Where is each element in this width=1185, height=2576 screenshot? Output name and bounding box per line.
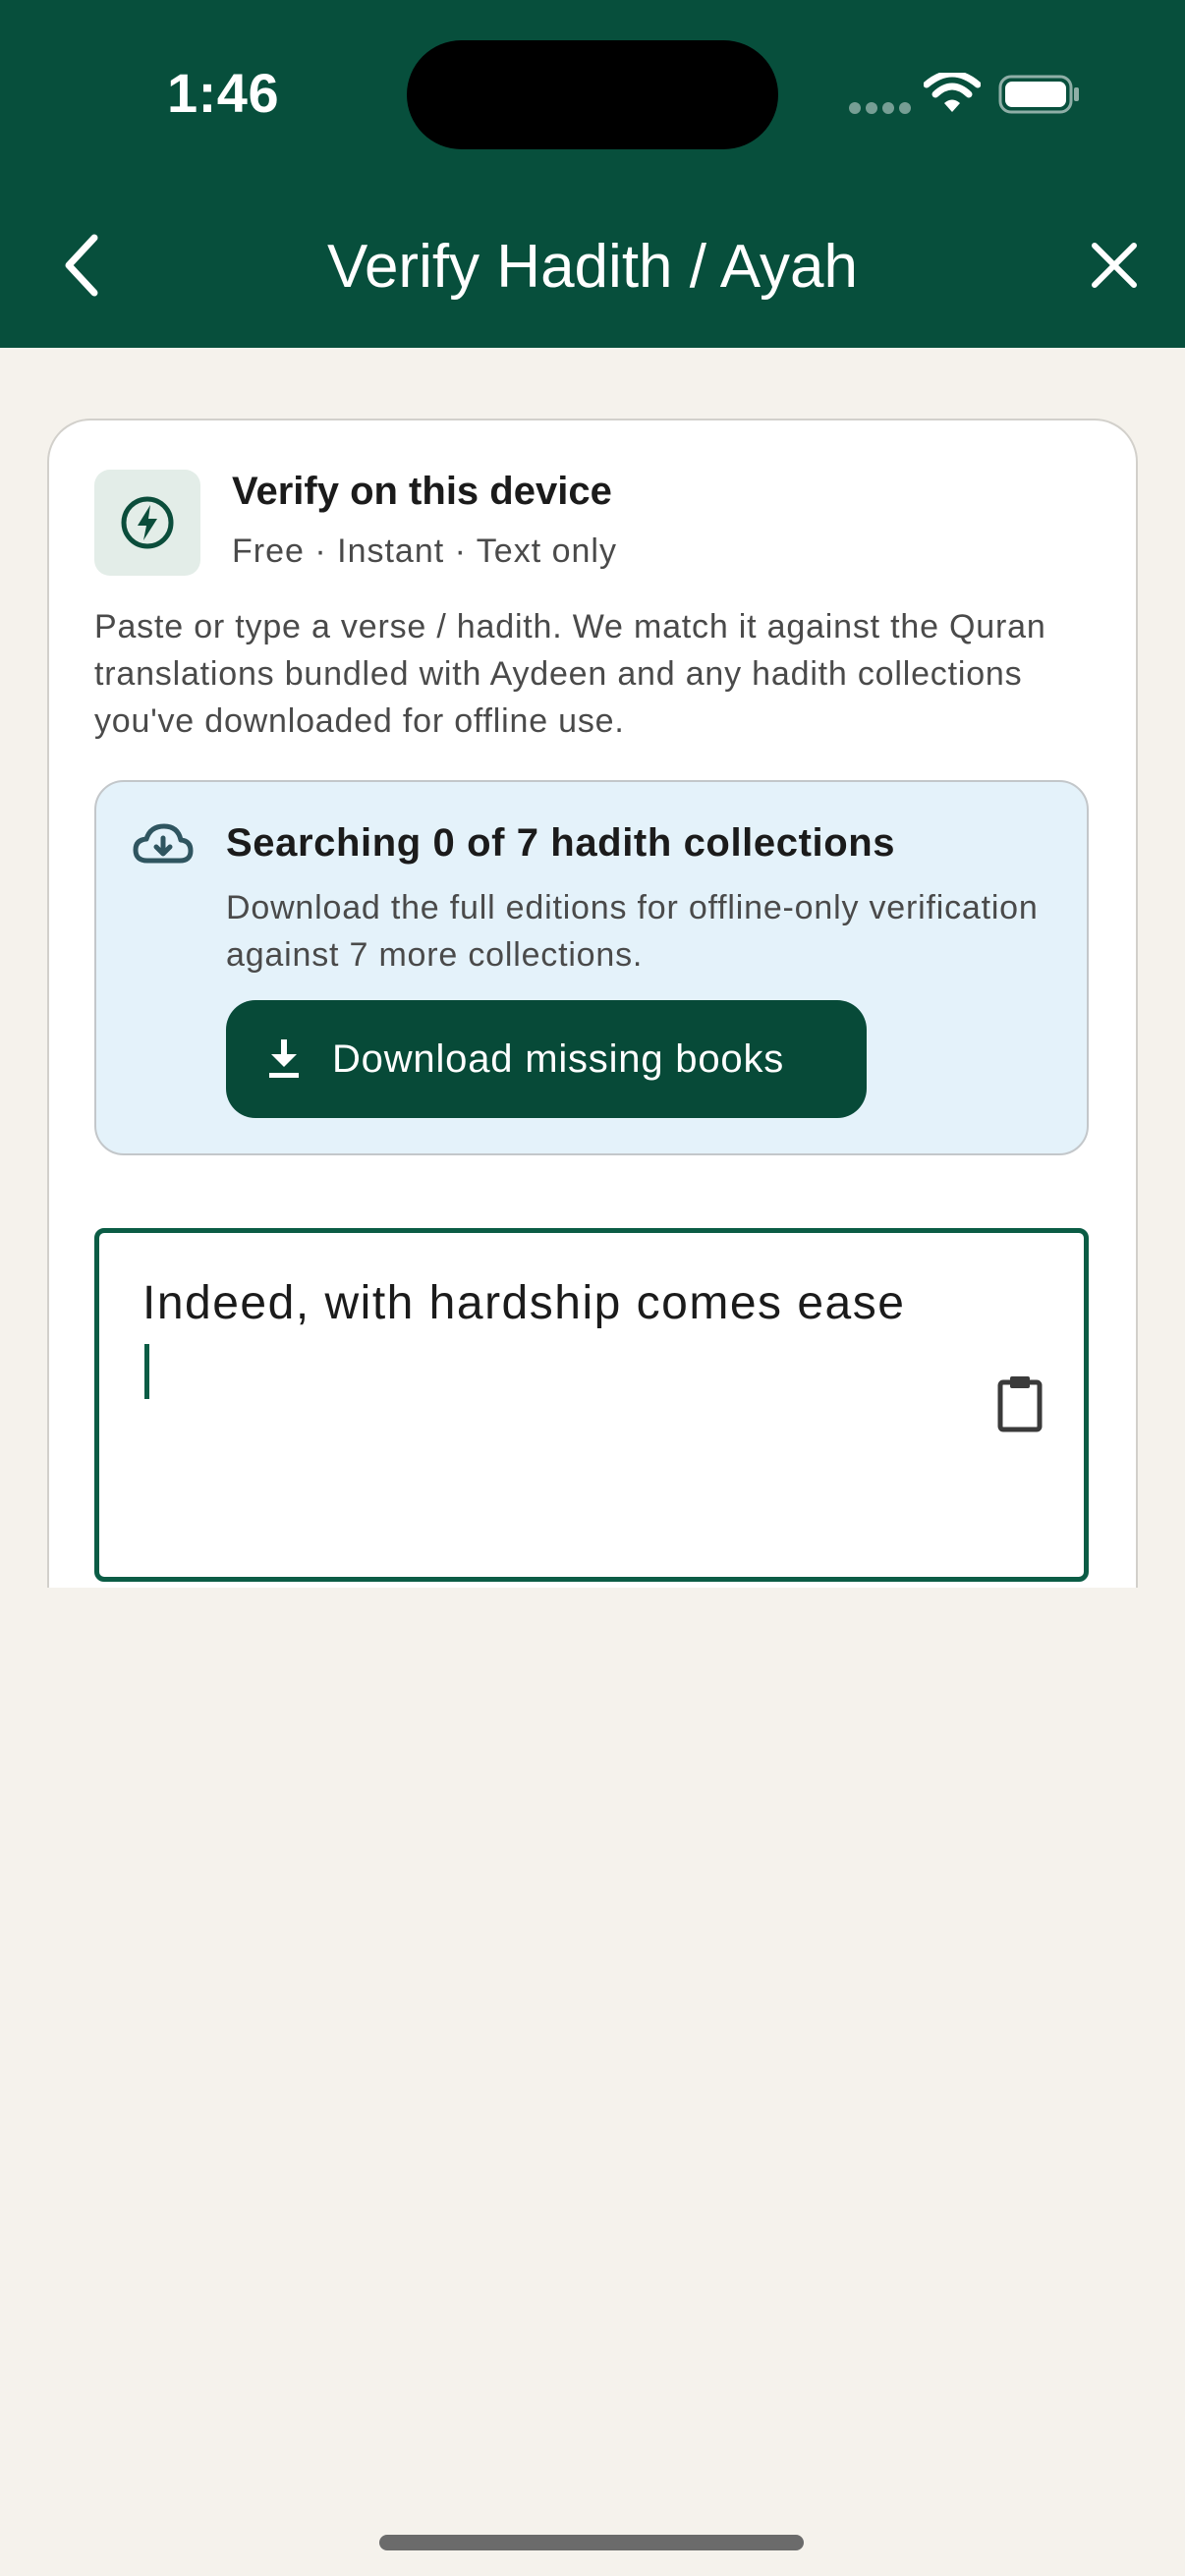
battery-icon bbox=[998, 75, 1079, 114]
verse-input-value: Indeed, with hardship comes ease bbox=[142, 1268, 909, 1410]
paste-button[interactable] bbox=[995, 1372, 1046, 1435]
screen: 1:46 Verify Hadith / Ayah Verify on this… bbox=[0, 0, 1185, 2576]
download-notice-description: Download the full editions for offline-o… bbox=[226, 889, 1039, 974]
text-caret bbox=[144, 1344, 149, 1399]
status-time: 1:46 bbox=[167, 62, 280, 124]
verse-input[interactable]: Indeed, with hardship comes ease bbox=[94, 1228, 1089, 1582]
card-description: Paste or type a verse / hadith. We match… bbox=[94, 608, 1046, 740]
page-title: Verify Hadith / Ayah bbox=[327, 233, 858, 301]
download-missing-books-button[interactable]: Download missing books bbox=[226, 1000, 867, 1118]
card-subtitle: Free · Instant · Text only bbox=[232, 532, 617, 570]
verify-on-device-card: Verify on this device Free · Instant · T… bbox=[47, 419, 1138, 1588]
bolt-icon bbox=[94, 470, 200, 576]
close-button[interactable] bbox=[1087, 238, 1142, 293]
download-button-label: Download missing books bbox=[332, 1037, 785, 1081]
wifi-icon bbox=[924, 73, 981, 112]
app-header: 1:46 Verify Hadith / Ayah bbox=[0, 0, 1185, 348]
cloud-download-icon bbox=[133, 823, 194, 864]
download-notice-title: Searching 0 of 7 hadith collections bbox=[226, 821, 896, 865]
download-icon bbox=[269, 1039, 299, 1078]
dynamic-island bbox=[407, 40, 778, 149]
verse-input-text: Indeed, with hardship comes ease bbox=[142, 1277, 906, 1329]
cellular-signal-icon bbox=[849, 102, 911, 116]
download-notice: Searching 0 of 7 hadith collections Down… bbox=[94, 780, 1089, 1155]
card-title: Verify on this device bbox=[232, 470, 612, 513]
home-indicator[interactable] bbox=[379, 2535, 804, 2550]
